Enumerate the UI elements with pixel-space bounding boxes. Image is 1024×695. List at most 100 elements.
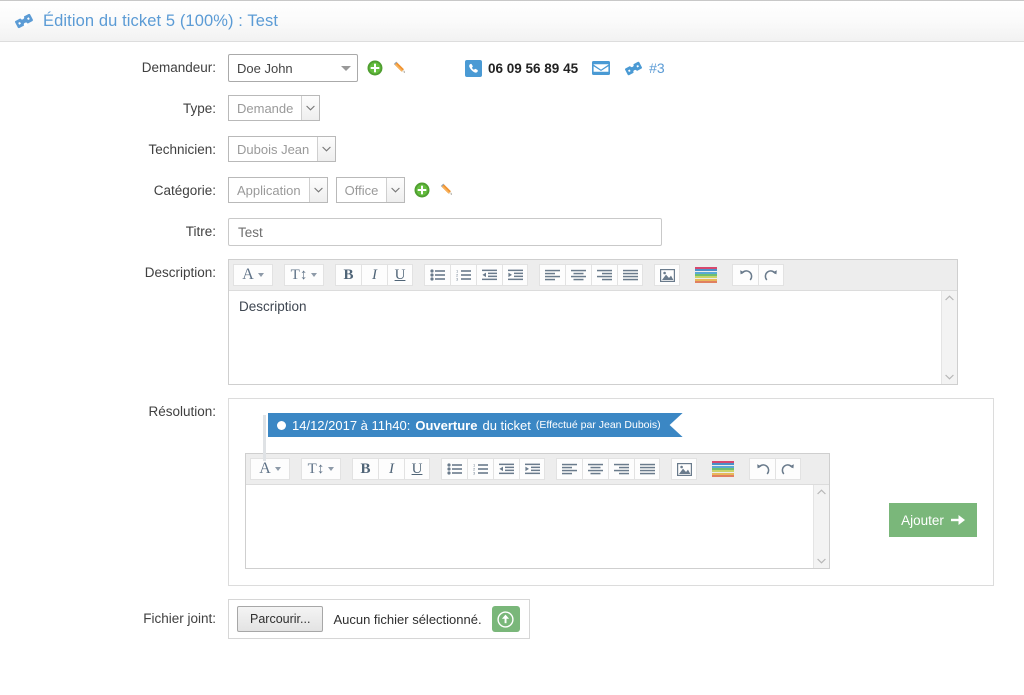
resolution-scrollbar[interactable] bbox=[813, 485, 829, 568]
categorie-primary-value: Application bbox=[237, 182, 301, 198]
resolution-editor-body[interactable] bbox=[246, 485, 829, 568]
chevron-up-icon[interactable] bbox=[817, 489, 826, 495]
toolbar-group-align bbox=[556, 458, 660, 480]
type-select[interactable]: Demande bbox=[228, 95, 321, 121]
description-editor-body[interactable]: Description bbox=[229, 291, 957, 384]
align-justify-button[interactable] bbox=[634, 458, 660, 480]
timeline-dot-icon bbox=[277, 421, 286, 430]
form-row-fichier-joint: Fichier joint: Parcourir... Aucun fichie… bbox=[0, 599, 1024, 639]
indent-button[interactable] bbox=[519, 458, 545, 480]
demandeur-select[interactable]: Doe John bbox=[228, 54, 358, 82]
font-size-select[interactable]: T↕ bbox=[284, 264, 324, 286]
align-center-button[interactable] bbox=[565, 264, 591, 286]
timeline-rail bbox=[263, 415, 266, 461]
toolbar-group-fontsize: T↕ bbox=[301, 458, 341, 480]
add-categorie-button[interactable] bbox=[414, 182, 430, 198]
font-family-select[interactable]: A bbox=[233, 264, 273, 286]
description-text[interactable]: Description bbox=[229, 291, 941, 384]
insert-image-button[interactable] bbox=[654, 264, 680, 286]
timeline-date: 14/12/2017 à 11h40: bbox=[292, 417, 411, 433]
font-family-glyph: A bbox=[259, 460, 271, 477]
align-right-button[interactable] bbox=[608, 458, 634, 480]
titre-input[interactable]: Test bbox=[228, 218, 662, 246]
browse-file-button[interactable]: Parcourir... bbox=[237, 606, 324, 632]
font-size-glyph: T↕ bbox=[307, 460, 325, 477]
underline-icon: U bbox=[394, 266, 406, 283]
add-resolution-button[interactable]: Ajouter bbox=[889, 503, 977, 537]
palette-icon bbox=[712, 461, 734, 477]
resolution-text[interactable] bbox=[246, 485, 813, 568]
upload-file-button[interactable] bbox=[491, 606, 520, 632]
chevron-down-icon[interactable] bbox=[817, 558, 826, 564]
align-left-button[interactable] bbox=[556, 458, 582, 480]
insert-image-button[interactable] bbox=[671, 458, 697, 480]
bold-button[interactable]: B bbox=[352, 458, 378, 480]
align-justify-button[interactable] bbox=[617, 264, 643, 286]
color-palette-button[interactable] bbox=[691, 264, 721, 286]
file-status-text: Aucun fichier sélectionné. bbox=[333, 611, 482, 627]
unordered-list-button[interactable] bbox=[424, 264, 450, 286]
italic-button[interactable]: I bbox=[361, 264, 387, 286]
font-size-select[interactable]: T↕ bbox=[301, 458, 341, 480]
panel-header: Édition du ticket 5 (100%) : Test bbox=[0, 0, 1024, 42]
label-resolution: Résolution: bbox=[148, 404, 216, 419]
redo-button[interactable] bbox=[758, 264, 784, 286]
categorie-secondary-value: Office bbox=[344, 182, 379, 198]
edit-categorie-button[interactable] bbox=[439, 182, 456, 199]
pencil-icon bbox=[393, 61, 405, 73]
ticket-reference[interactable]: #3 bbox=[649, 60, 665, 76]
edit-demandeur-button[interactable] bbox=[392, 60, 409, 77]
color-palette-button[interactable] bbox=[708, 458, 738, 480]
phone-icon bbox=[465, 59, 482, 77]
toolbar-group-font: A bbox=[250, 458, 290, 480]
toolbar-group-color bbox=[708, 458, 738, 480]
redo-icon bbox=[781, 463, 794, 474]
italic-button[interactable]: I bbox=[378, 458, 404, 480]
ticket-icon[interactable] bbox=[624, 60, 643, 77]
label-technicien: Technicien: bbox=[148, 142, 216, 157]
label-description: Description: bbox=[144, 265, 216, 280]
envelope-icon[interactable] bbox=[592, 61, 611, 75]
categorie-select-secondary[interactable]: Office bbox=[335, 177, 406, 203]
toolbar-group-style: B I U bbox=[352, 458, 430, 480]
indent-icon bbox=[507, 269, 523, 281]
image-icon bbox=[659, 268, 675, 282]
unordered-list-button[interactable] bbox=[441, 458, 467, 480]
outdent-button[interactable] bbox=[476, 264, 502, 286]
outdent-icon bbox=[482, 269, 497, 281]
categorie-select-primary[interactable]: Application bbox=[228, 177, 328, 203]
contact-strip: 06 09 56 89 45 #3 bbox=[465, 59, 665, 77]
align-right-icon bbox=[614, 463, 629, 475]
undo-icon bbox=[756, 463, 769, 474]
underline-button[interactable]: U bbox=[387, 264, 413, 286]
chevron-up-icon[interactable] bbox=[945, 295, 954, 301]
align-right-button[interactable] bbox=[591, 264, 617, 286]
underline-button[interactable]: U bbox=[404, 458, 430, 480]
indent-button[interactable] bbox=[502, 264, 528, 286]
font-family-select[interactable]: A bbox=[250, 458, 290, 480]
undo-button[interactable] bbox=[732, 264, 758, 286]
ticket-edit-form: Demandeur: Doe John 06 09 56 89 45 #3 Ty… bbox=[0, 42, 1024, 639]
undo-button[interactable] bbox=[749, 458, 775, 480]
technicien-select[interactable]: Dubois Jean bbox=[228, 136, 337, 162]
toolbar-group-fontsize: T↕ bbox=[284, 264, 324, 286]
align-left-button[interactable] bbox=[539, 264, 565, 286]
bold-button[interactable]: B bbox=[335, 264, 361, 286]
description-editor[interactable]: A T↕ B I U 1 2 3 Description bbox=[228, 259, 958, 385]
redo-button[interactable] bbox=[775, 458, 801, 480]
align-right-icon bbox=[597, 269, 612, 281]
outdent-button[interactable] bbox=[493, 458, 519, 480]
label-titre: Titre: bbox=[185, 224, 216, 239]
add-resolution-label: Ajouter bbox=[901, 512, 944, 528]
ordered-list-button[interactable]: 1 2 3 bbox=[467, 458, 493, 480]
svg-text:3: 3 bbox=[456, 276, 459, 281]
add-demandeur-button[interactable] bbox=[367, 60, 383, 76]
align-center-button[interactable] bbox=[582, 458, 608, 480]
bold-icon: B bbox=[343, 266, 354, 283]
chevron-down-icon[interactable] bbox=[945, 374, 954, 380]
resolution-editor[interactable]: A T↕ B I U 1 2 3 bbox=[245, 453, 830, 569]
titre-value: Test bbox=[238, 224, 263, 240]
ordered-list-button[interactable]: 1 2 3 bbox=[450, 264, 476, 286]
description-scrollbar[interactable] bbox=[941, 291, 957, 384]
form-row-technicien: Technicien: Dubois Jean bbox=[0, 136, 1024, 164]
